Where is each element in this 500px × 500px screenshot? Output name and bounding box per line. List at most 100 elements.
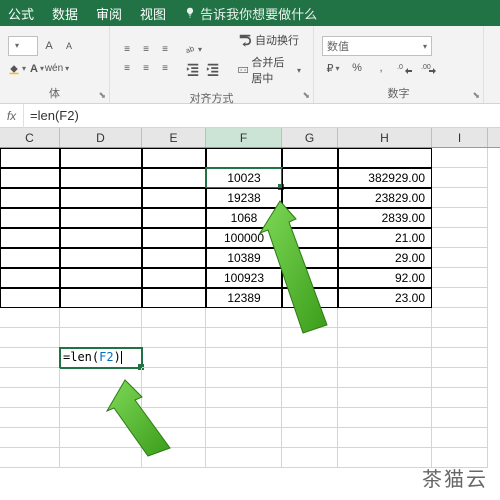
cell[interactable] xyxy=(206,428,282,448)
merge-center-button[interactable]: 合并后居中 ▾ xyxy=(234,52,305,88)
cell[interactable] xyxy=(282,148,338,168)
cell[interactable] xyxy=(432,388,488,408)
decrease-indent-button[interactable] xyxy=(184,60,202,78)
cell[interactable] xyxy=(282,248,338,268)
cell[interactable] xyxy=(0,268,60,288)
cell[interactable] xyxy=(432,228,488,248)
fill-color-button[interactable]: ▾ xyxy=(8,60,26,78)
align-center-button[interactable]: ≡ xyxy=(137,60,155,78)
col-header-E[interactable]: E xyxy=(142,128,206,147)
cell[interactable] xyxy=(206,368,282,388)
currency-button[interactable]: ₽▾ xyxy=(322,59,344,77)
tab-data[interactable]: 数据 xyxy=(52,4,78,23)
cell[interactable] xyxy=(206,408,282,428)
cell[interactable] xyxy=(0,308,60,328)
cell[interactable] xyxy=(142,188,206,208)
cell[interactable] xyxy=(142,368,206,388)
wrap-text-button[interactable]: 自动换行 xyxy=(234,30,305,50)
cell[interactable] xyxy=(142,248,206,268)
orientation-button[interactable]: ab▾ xyxy=(184,40,202,58)
cell[interactable] xyxy=(142,288,206,308)
align-left-button[interactable]: ≡ xyxy=(118,60,136,78)
col-header-D[interactable]: D xyxy=(60,128,142,147)
cell[interactable] xyxy=(338,328,432,348)
cell[interactable] xyxy=(60,308,142,328)
font-color-button[interactable]: A▾ xyxy=(28,60,46,78)
cell[interactable] xyxy=(142,388,206,408)
cell[interactable]: 23829.00 xyxy=(338,188,432,208)
cell[interactable] xyxy=(338,368,432,388)
col-header-H[interactable]: H xyxy=(338,128,432,147)
cell[interactable] xyxy=(432,268,488,288)
tab-review[interactable]: 审阅 xyxy=(96,4,122,23)
cell[interactable] xyxy=(60,188,142,208)
cell[interactable] xyxy=(142,268,206,288)
cell[interactable]: 19238 xyxy=(206,188,282,208)
cell[interactable]: 23.00 xyxy=(338,288,432,308)
phonetic-button[interactable]: wén▾ xyxy=(48,60,66,78)
cell[interactable] xyxy=(60,288,142,308)
cell[interactable] xyxy=(142,448,206,468)
cell[interactable] xyxy=(432,368,488,388)
cell[interactable] xyxy=(60,388,142,408)
col-header-C[interactable]: C xyxy=(0,128,60,147)
align-middle-button[interactable]: ≡ xyxy=(137,41,155,59)
align-bottom-button[interactable]: ≡ xyxy=(156,41,174,59)
cell[interactable] xyxy=(0,228,60,248)
cell[interactable] xyxy=(142,148,206,168)
font-size-dropdown[interactable]: ▾ xyxy=(8,36,38,56)
cell[interactable] xyxy=(60,228,142,248)
cell[interactable] xyxy=(432,168,488,188)
cell[interactable] xyxy=(206,148,282,168)
cell[interactable] xyxy=(282,368,338,388)
cell[interactable] xyxy=(282,448,338,468)
cell[interactable] xyxy=(338,408,432,428)
cell[interactable] xyxy=(282,348,338,368)
cell[interactable] xyxy=(60,248,142,268)
align-right-button[interactable]: ≡ xyxy=(156,60,174,78)
cell[interactable] xyxy=(0,388,60,408)
col-header-F[interactable]: F xyxy=(206,128,282,147)
cell[interactable] xyxy=(142,228,206,248)
cell[interactable] xyxy=(0,448,60,468)
col-header-G[interactable]: G xyxy=(282,128,338,147)
percent-button[interactable]: % xyxy=(346,59,368,77)
cell[interactable]: 10023 xyxy=(206,168,282,188)
cell[interactable] xyxy=(432,308,488,328)
align-launcher-icon[interactable]: ⬊ xyxy=(302,90,310,101)
cell[interactable]: 100923 xyxy=(206,268,282,288)
cell[interactable] xyxy=(282,268,338,288)
cell[interactable] xyxy=(0,368,60,388)
cell[interactable] xyxy=(142,168,206,188)
cell[interactable] xyxy=(60,368,142,388)
cell[interactable] xyxy=(60,168,142,188)
cell[interactable]: 12389 xyxy=(206,288,282,308)
increase-font-button[interactable]: A xyxy=(40,37,58,55)
cell[interactable] xyxy=(338,388,432,408)
cell[interactable] xyxy=(432,248,488,268)
cell[interactable]: 382929.00 xyxy=(338,168,432,188)
font-launcher-icon[interactable]: ⬊ xyxy=(98,90,106,101)
cell[interactable] xyxy=(206,348,282,368)
cell[interactable] xyxy=(282,288,338,308)
cell[interactable] xyxy=(0,328,60,348)
cell[interactable]: 2839.00 xyxy=(338,208,432,228)
tell-me-search[interactable]: 告诉我你想要做什么 xyxy=(184,4,317,23)
fx-icon[interactable]: fx xyxy=(0,104,24,128)
cell[interactable] xyxy=(206,388,282,408)
cell[interactable] xyxy=(432,208,488,228)
formula-input[interactable]: =len(F2) xyxy=(24,108,500,123)
cell[interactable] xyxy=(0,288,60,308)
cell[interactable] xyxy=(282,168,338,188)
cell[interactable] xyxy=(0,168,60,188)
cell[interactable]: 1068 xyxy=(206,208,282,228)
cell[interactable]: =len(F2) xyxy=(60,348,142,368)
tab-formula[interactable]: 公式 xyxy=(8,4,34,23)
cell[interactable] xyxy=(60,268,142,288)
comma-button[interactable]: , xyxy=(370,59,392,77)
cell[interactable] xyxy=(0,148,60,168)
cell[interactable] xyxy=(282,228,338,248)
cell[interactable] xyxy=(142,308,206,328)
cell[interactable] xyxy=(60,148,142,168)
cell[interactable] xyxy=(142,408,206,428)
